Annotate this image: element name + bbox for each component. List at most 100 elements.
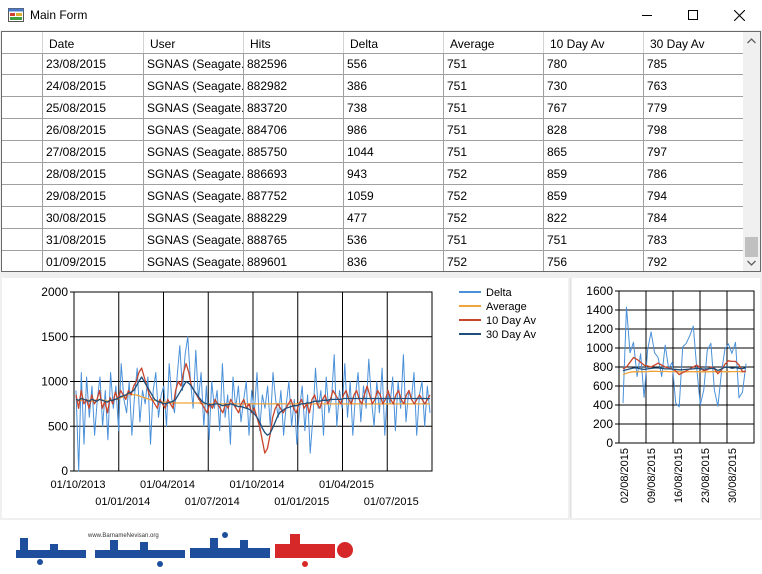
- cell-date[interactable]: 30/08/2015: [43, 207, 144, 228]
- minimize-button[interactable]: [624, 0, 670, 30]
- cell-average[interactable]: 751: [444, 229, 544, 250]
- cell-date[interactable]: 27/08/2015: [43, 141, 144, 162]
- cell-average[interactable]: 752: [444, 207, 544, 228]
- cell-average[interactable]: 752: [444, 251, 544, 271]
- cell-average[interactable]: 751: [444, 75, 544, 96]
- cell-delta[interactable]: 986: [344, 119, 444, 140]
- cell-hits[interactable]: 882982: [244, 75, 344, 96]
- cell-hits[interactable]: 883720: [244, 97, 344, 118]
- cell-user[interactable]: SGNAS (Seagate...: [144, 53, 244, 74]
- cell-user[interactable]: SGNAS (Seagate...: [144, 185, 244, 206]
- cell-user[interactable]: SGNAS (Seagate...: [144, 207, 244, 228]
- table-row[interactable]: 30/08/2015 SGNAS (Seagate... 888229 477 752 8…: [2, 207, 744, 229]
- cell-user[interactable]: SGNAS (Seagate...: [144, 141, 244, 162]
- cell-delta[interactable]: 738: [344, 97, 444, 118]
- cell-30-day-av[interactable]: 798: [644, 119, 744, 140]
- table-row[interactable]: 23/08/2015 SGNAS (Seagate... 882596 556 751 7…: [2, 53, 744, 75]
- cell-30-day-av[interactable]: 783: [644, 229, 744, 250]
- cell-date[interactable]: 26/08/2015: [43, 119, 144, 140]
- cell-date[interactable]: 25/08/2015: [43, 97, 144, 118]
- row-header[interactable]: [2, 207, 43, 228]
- cell-hits[interactable]: 888765: [244, 229, 344, 250]
- cell-10-day-av[interactable]: 828: [544, 119, 644, 140]
- cell-date[interactable]: 28/08/2015: [43, 163, 144, 184]
- row-header[interactable]: [2, 75, 43, 96]
- column-header-hits[interactable]: Hits: [244, 32, 344, 53]
- table-row[interactable]: 31/08/2015 SGNAS (Seagate... 888765 536 751 7…: [2, 229, 744, 251]
- row-header[interactable]: [2, 163, 43, 184]
- row-header[interactable]: [2, 251, 43, 271]
- row-header[interactable]: [2, 53, 43, 74]
- cell-10-day-av[interactable]: 822: [544, 207, 644, 228]
- cell-hits[interactable]: 889601: [244, 251, 344, 271]
- table-row[interactable]: 27/08/2015 SGNAS (Seagate... 885750 1044 751…: [2, 141, 744, 163]
- cell-delta[interactable]: 836: [344, 251, 444, 271]
- table-row[interactable]: 26/08/2015 SGNAS (Seagate... 884706 986 751 8…: [2, 119, 744, 141]
- cell-hits[interactable]: 882596: [244, 53, 344, 74]
- row-header[interactable]: [2, 185, 43, 206]
- cell-date[interactable]: 24/08/2015: [43, 75, 144, 96]
- cell-average[interactable]: 751: [444, 119, 544, 140]
- table-row[interactable]: 24/08/2015 SGNAS (Seagate... 882982 386 751 7…: [2, 75, 744, 97]
- cell-10-day-av[interactable]: 780: [544, 53, 644, 74]
- column-header-10-day-av[interactable]: 10 Day Av: [544, 32, 644, 53]
- column-header-user[interactable]: User: [144, 32, 244, 53]
- cell-30-day-av[interactable]: 784: [644, 207, 744, 228]
- cell-average[interactable]: 752: [444, 163, 544, 184]
- close-button[interactable]: [716, 0, 762, 30]
- cell-hits[interactable]: 888229: [244, 207, 344, 228]
- cell-30-day-av[interactable]: 779: [644, 97, 744, 118]
- scroll-down-button[interactable]: [743, 254, 760, 271]
- cell-user[interactable]: SGNAS (Seagate...: [144, 229, 244, 250]
- cell-hits[interactable]: 886693: [244, 163, 344, 184]
- cell-delta[interactable]: 1044: [344, 141, 444, 162]
- cell-30-day-av[interactable]: 794: [644, 185, 744, 206]
- cell-30-day-av[interactable]: 785: [644, 53, 744, 74]
- cell-30-day-av[interactable]: 763: [644, 75, 744, 96]
- cell-10-day-av[interactable]: 859: [544, 163, 644, 184]
- cell-30-day-av[interactable]: 797: [644, 141, 744, 162]
- cell-average[interactable]: 751: [444, 141, 544, 162]
- cell-10-day-av[interactable]: 756: [544, 251, 644, 271]
- cell-user[interactable]: SGNAS (Seagate...: [144, 119, 244, 140]
- cell-average[interactable]: 752: [444, 185, 544, 206]
- cell-user[interactable]: SGNAS (Seagate...: [144, 163, 244, 184]
- cell-average[interactable]: 751: [444, 97, 544, 118]
- cell-delta[interactable]: 943: [344, 163, 444, 184]
- data-grid[interactable]: Date User Hits Delta Average 10 Day Av 3…: [1, 31, 761, 272]
- column-header-delta[interactable]: Delta: [344, 32, 444, 53]
- cell-date[interactable]: 01/09/2015: [43, 251, 144, 271]
- row-header[interactable]: [2, 97, 43, 118]
- cell-delta[interactable]: 556: [344, 53, 444, 74]
- cell-user[interactable]: SGNAS (Seagate...: [144, 75, 244, 96]
- column-header-30-day-av[interactable]: 30 Day Av: [644, 32, 744, 53]
- table-row[interactable]: 25/08/2015 SGNAS (Seagate... 883720 738 751 7…: [2, 97, 744, 119]
- cell-10-day-av[interactable]: 865: [544, 141, 644, 162]
- cell-hits[interactable]: 885750: [244, 141, 344, 162]
- cell-delta[interactable]: 536: [344, 229, 444, 250]
- cell-date[interactable]: 31/08/2015: [43, 229, 144, 250]
- cell-10-day-av[interactable]: 767: [544, 97, 644, 118]
- maximize-button[interactable]: [670, 0, 716, 30]
- cell-average[interactable]: 751: [444, 53, 544, 74]
- cell-10-day-av[interactable]: 859: [544, 185, 644, 206]
- row-header[interactable]: [2, 119, 43, 140]
- row-header[interactable]: [2, 229, 43, 250]
- table-row[interactable]: 29/08/2015 SGNAS (Seagate... 887752 1059 752…: [2, 185, 744, 207]
- cell-hits[interactable]: 887752: [244, 185, 344, 206]
- column-header-date[interactable]: Date: [43, 32, 144, 53]
- cell-user[interactable]: SGNAS (Seagate...: [144, 97, 244, 118]
- cell-30-day-av[interactable]: 792: [644, 251, 744, 271]
- cell-delta[interactable]: 477: [344, 207, 444, 228]
- cell-10-day-av[interactable]: 730: [544, 75, 644, 96]
- table-row[interactable]: 01/09/2015 SGNAS (Seagate... 889601 836 752 7…: [2, 251, 744, 271]
- column-header-average[interactable]: Average: [444, 32, 544, 53]
- table-row[interactable]: 28/08/2015 SGNAS (Seagate... 886693 943 752 8…: [2, 163, 744, 185]
- row-header[interactable]: [2, 141, 43, 162]
- grid-vertical-scrollbar[interactable]: [743, 32, 760, 271]
- cell-hits[interactable]: 884706: [244, 119, 344, 140]
- cell-delta[interactable]: 1059: [344, 185, 444, 206]
- cell-delta[interactable]: 386: [344, 75, 444, 96]
- cell-user[interactable]: SGNAS (Seagate...: [144, 251, 244, 271]
- cell-date[interactable]: 29/08/2015: [43, 185, 144, 206]
